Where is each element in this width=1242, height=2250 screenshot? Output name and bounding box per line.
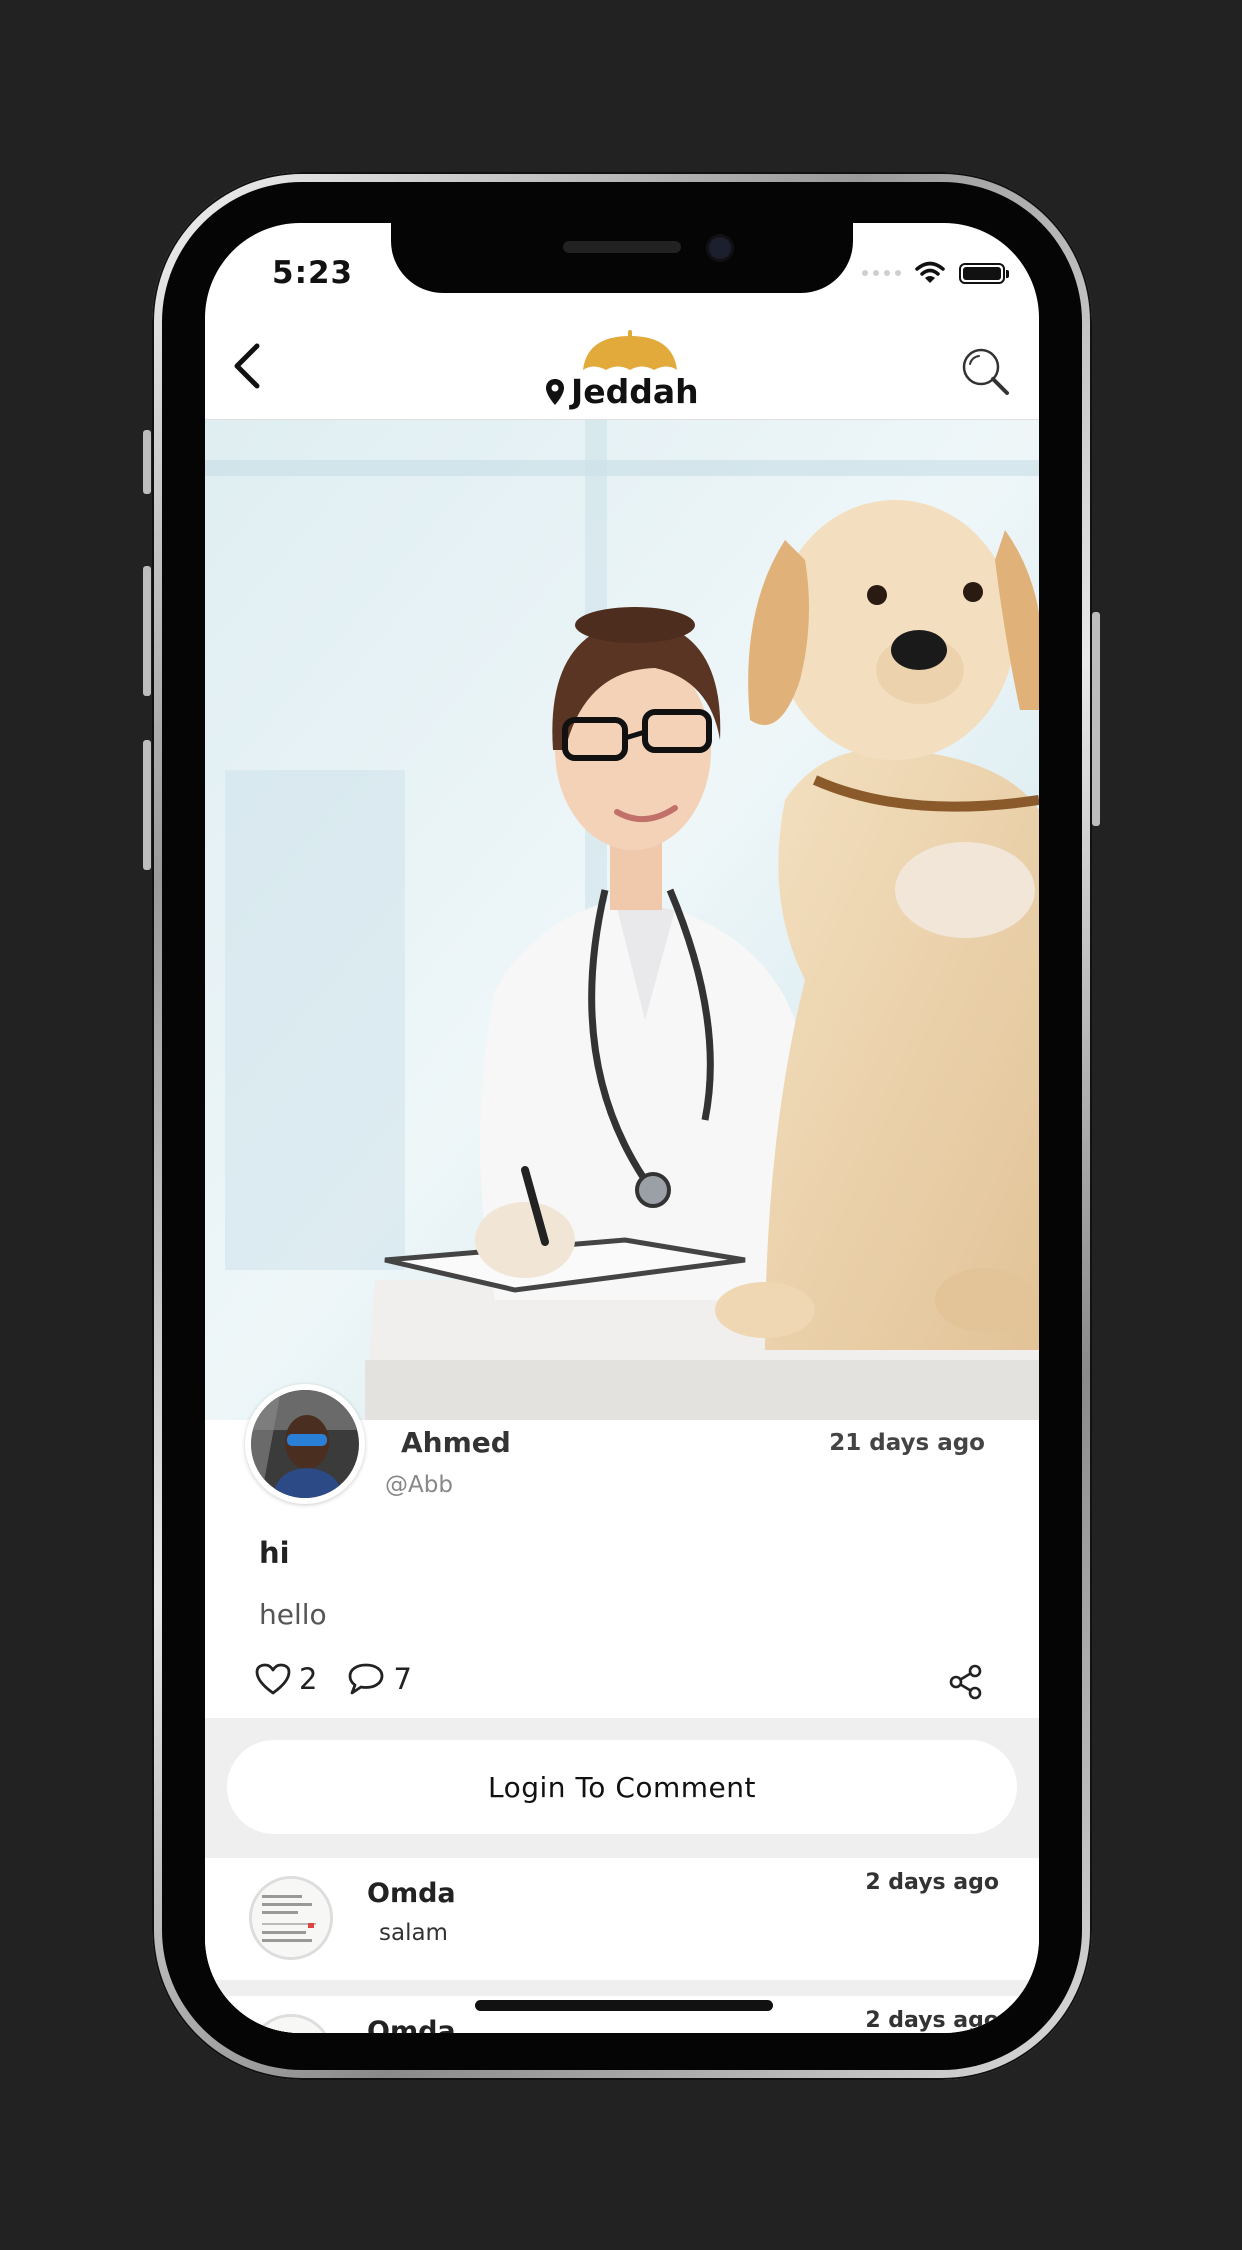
comment-bar: Login To Comment bbox=[205, 1718, 1039, 1858]
comment-timestamp: 2 days ago bbox=[865, 1870, 999, 1895]
comment-text: salam bbox=[379, 1920, 448, 1946]
share-icon bbox=[949, 1664, 982, 1700]
app-screen: 5:23 Jeddah Ahmed @Abb 21 days ago hi he… bbox=[205, 223, 1039, 2033]
front-camera bbox=[709, 237, 731, 259]
wifi-icon bbox=[915, 261, 945, 283]
commenter-avatar[interactable] bbox=[249, 1876, 333, 1960]
commenter-name[interactable]: Omda bbox=[367, 1878, 456, 1909]
top-nav-bar: Jeddah bbox=[205, 318, 1039, 421]
login-to-comment-button[interactable]: Login To Comment bbox=[227, 1740, 1017, 1834]
comment-count: 7 bbox=[393, 1662, 412, 1696]
vet-with-dog-photo bbox=[205, 420, 1039, 1420]
status-icons bbox=[862, 261, 1009, 285]
commenter-name[interactable]: Omda bbox=[367, 2016, 456, 2033]
like-count: 2 bbox=[299, 1662, 318, 1696]
status-time: 5:23 bbox=[272, 255, 354, 291]
location-pin-icon bbox=[546, 378, 564, 405]
share-button[interactable] bbox=[949, 1664, 983, 1704]
battery-icon bbox=[959, 262, 1009, 284]
heart-icon bbox=[255, 1663, 291, 1695]
speech-bubble-icon bbox=[349, 1663, 384, 1695]
back-button[interactable] bbox=[221, 336, 271, 396]
signal-icon bbox=[862, 270, 901, 276]
author-handle: @Abb bbox=[385, 1472, 453, 1498]
search-icon bbox=[962, 348, 1009, 395]
brand-logo: Jeddah bbox=[545, 330, 705, 411]
speaker bbox=[563, 241, 681, 253]
power-button bbox=[1092, 612, 1100, 826]
notch bbox=[391, 223, 853, 293]
home-indicator[interactable] bbox=[475, 2000, 773, 2011]
post-title: hi bbox=[259, 1536, 290, 1570]
comment-item: Omda salam 2 days ago bbox=[205, 1858, 1039, 1980]
mute-switch bbox=[143, 430, 151, 494]
post-body: hello bbox=[259, 1598, 327, 1631]
author-photo bbox=[251, 1390, 359, 1498]
author-avatar[interactable] bbox=[245, 1384, 365, 1504]
like-button[interactable]: 2 bbox=[255, 1662, 317, 1696]
umbrella-icon bbox=[583, 330, 677, 370]
comment-button[interactable]: 7 bbox=[347, 1662, 412, 1696]
comment-timestamp: 2 days ago bbox=[865, 2008, 999, 2033]
volume-down-button bbox=[143, 740, 151, 870]
volume-up-button bbox=[143, 566, 151, 696]
author-name[interactable]: Ahmed bbox=[401, 1426, 511, 1459]
post-image bbox=[205, 420, 1039, 1420]
chevron-left-icon bbox=[234, 343, 260, 389]
search-button[interactable] bbox=[959, 346, 1011, 398]
post-timestamp: 21 days ago bbox=[829, 1430, 985, 1456]
commenter-avatar[interactable] bbox=[249, 2014, 333, 2033]
city-name: Jeddah bbox=[571, 372, 699, 411]
comment-separator bbox=[205, 1980, 1039, 1996]
post-actions: 2 7 bbox=[255, 1662, 412, 1696]
